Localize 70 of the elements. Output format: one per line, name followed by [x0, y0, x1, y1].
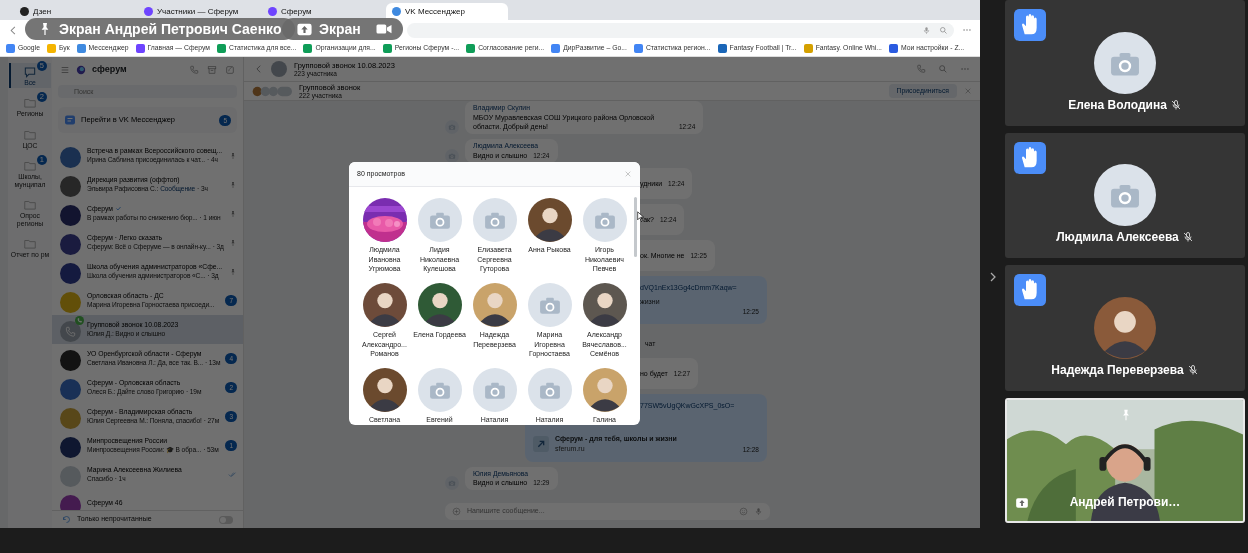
search-icon[interactable] — [939, 25, 948, 35]
scrollbar[interactable] — [634, 197, 637, 257]
close-icon[interactable] — [964, 87, 972, 95]
avatar — [60, 408, 81, 430]
microphone-icon[interactable] — [754, 507, 763, 516]
menu-icon[interactable] — [60, 64, 70, 75]
browser-tab[interactable]: Участники — Сферум — [138, 3, 260, 20]
participant-tile[interactable]: Людмила Алексеева — [1005, 132, 1245, 258]
logo-icon — [76, 64, 86, 75]
avatar — [60, 321, 81, 343]
group-avatar — [271, 61, 287, 77]
screen-button[interactable]: Экран — [296, 18, 361, 40]
participant-name: Людмила Алексеева — [1056, 229, 1179, 246]
browser-tab[interactable]: Сферум — [262, 3, 384, 20]
avatar-placeholder — [527, 283, 572, 327]
avatar — [60, 437, 81, 459]
avatar-placeholder — [445, 476, 459, 491]
avatar — [60, 147, 81, 169]
chat-icon — [64, 114, 76, 126]
folder-icon — [23, 198, 37, 213]
avatar — [60, 495, 81, 510]
avatar-placeholder — [1094, 164, 1156, 227]
avatar-stack — [252, 85, 292, 97]
browser-tab[interactable]: Дзен — [14, 3, 136, 20]
participant-tile[interactable]: Елена Володина — [1005, 0, 1245, 126]
avatar-placeholder — [472, 368, 517, 412]
address-bar[interactable] — [407, 22, 954, 38]
archive-icon[interactable] — [207, 64, 217, 75]
avatar-placeholder — [1094, 31, 1156, 94]
avatar-placeholder — [417, 198, 462, 242]
avatar-placeholder — [527, 368, 572, 412]
emoji-icon[interactable] — [739, 507, 748, 516]
avatar — [527, 198, 572, 242]
microphone-icon[interactable] — [922, 25, 931, 35]
filter-icon — [62, 515, 71, 524]
avatar — [472, 283, 517, 327]
avatar — [60, 292, 81, 314]
avatar-placeholder — [445, 120, 459, 134]
participant-name: Андрей Петрови… — [1069, 494, 1181, 511]
avatar — [582, 368, 627, 412]
participant-name: Надежда Переверзева — [1051, 361, 1184, 379]
folder-icon — [23, 159, 37, 174]
avatar-placeholder — [582, 198, 627, 242]
folder-icon — [23, 237, 37, 252]
participant-tile[interactable]: Андрей Петрови… — [1005, 397, 1245, 523]
avatar-placeholder — [417, 368, 462, 412]
search-icon[interactable] — [938, 64, 948, 74]
phone-icon[interactable] — [916, 64, 926, 74]
folder-icon — [23, 96, 37, 111]
participant-tile[interactable]: Надежда Переверзева — [1005, 265, 1245, 391]
attach-icon[interactable] — [452, 507, 461, 516]
avatar — [362, 283, 407, 327]
chat-icon — [23, 65, 37, 79]
phone-icon[interactable] — [189, 64, 199, 75]
avatar — [362, 368, 407, 412]
avatar — [60, 205, 81, 227]
avatar — [60, 176, 81, 198]
avatar — [60, 466, 81, 488]
avatar — [60, 263, 81, 285]
avatar — [1094, 296, 1156, 359]
avatar — [417, 283, 462, 327]
participant-name: Елена Володина — [1068, 96, 1167, 114]
compose-icon[interactable] — [225, 64, 235, 75]
brand-name: сферум — [92, 62, 127, 76]
avatar — [582, 283, 627, 327]
avatar-placeholder — [472, 198, 517, 242]
avatar — [60, 379, 81, 401]
avatar — [60, 234, 81, 256]
browser-tab[interactable]: VK Мессенджер — [386, 3, 508, 20]
avatar — [60, 350, 81, 372]
